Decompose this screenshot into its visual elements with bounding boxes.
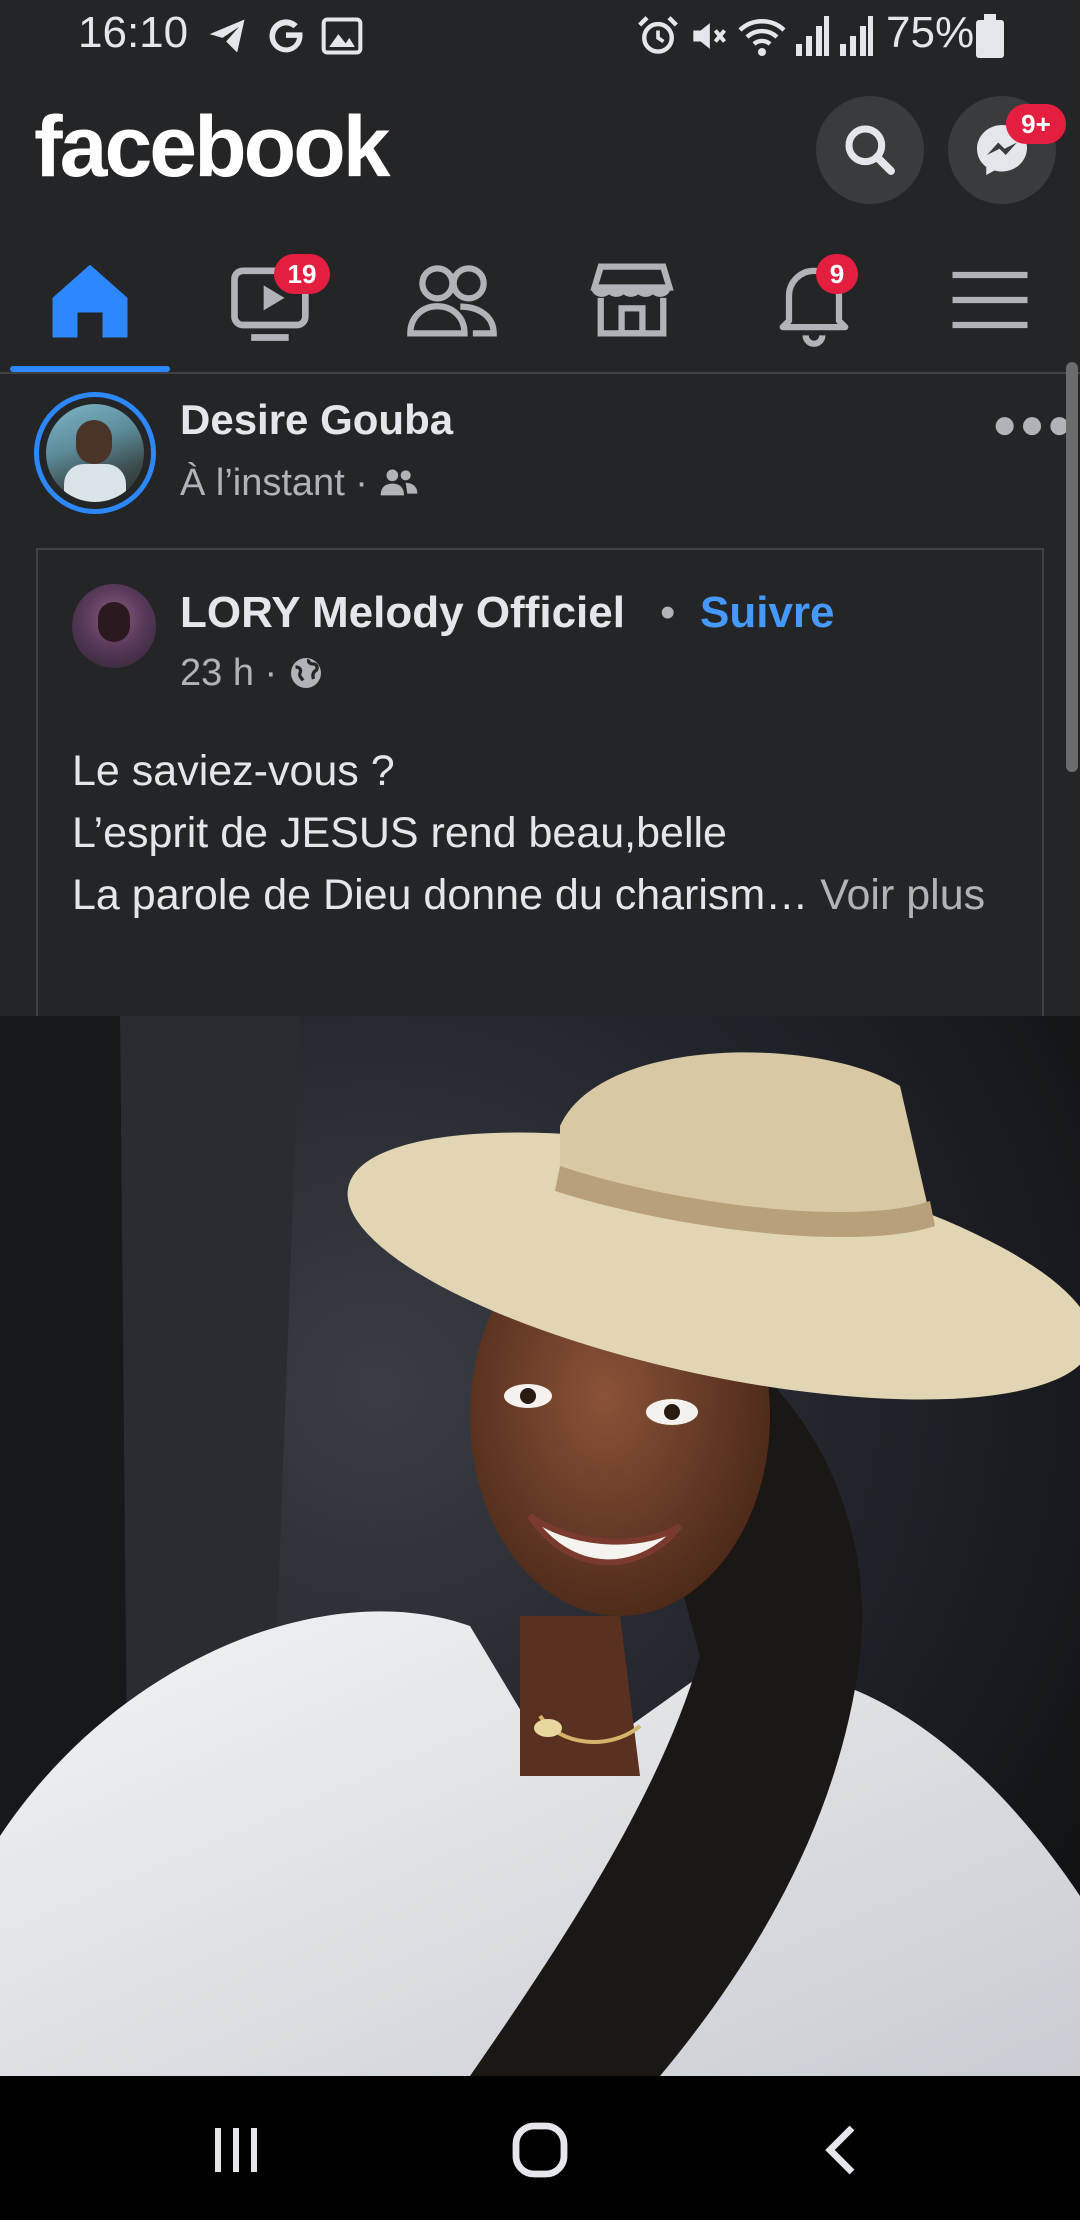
post-meta: À l’instant ·: [180, 462, 419, 505]
more-icon[interactable]: ●●●: [992, 400, 1074, 448]
facebook-logo[interactable]: facebook: [34, 98, 391, 197]
home-circle-icon[interactable]: [508, 2118, 572, 2182]
google-icon: [269, 19, 303, 53]
notifications-badge: 9: [816, 254, 858, 294]
battery-icon: [976, 14, 1004, 58]
divider: [0, 372, 1080, 374]
post-author[interactable]: Desire Gouba: [180, 396, 453, 444]
follow-button[interactable]: Suivre: [700, 588, 835, 638]
post-time: À l’instant: [180, 462, 345, 504]
tab-watch[interactable]: 19: [222, 250, 330, 350]
shared-post-meta: 23 h ·: [180, 652, 324, 695]
globe-icon: [290, 658, 321, 688]
post-text-line: Le saviez-vous ?: [72, 747, 395, 795]
tab-notifications[interactable]: 9: [764, 250, 864, 350]
battery-percent: 75%: [886, 8, 975, 57]
page-avatar[interactable]: [72, 584, 156, 668]
status-time: 16:10: [78, 8, 189, 57]
post-text-line: L’esprit de JESUS rend beau,belle: [72, 809, 727, 857]
post-text: Le saviez-vous ? L’esprit de JESUS rend …: [72, 740, 1012, 926]
see-more-link[interactable]: Voir plus: [820, 871, 985, 919]
signal-icon: [840, 16, 873, 56]
messenger-button[interactable]: 9+: [948, 96, 1066, 204]
shared-page-name[interactable]: LORY Melody Officiel: [180, 588, 625, 638]
avatar[interactable]: [46, 404, 144, 502]
scrollbar[interactable]: [1066, 362, 1078, 772]
post-text-line: La parole de Dieu donne du charism… Voir…: [72, 864, 1012, 926]
signal-icon: [796, 16, 829, 56]
friends-icon: [380, 469, 417, 496]
tab-friends[interactable]: [402, 250, 502, 350]
home-icon: [52, 264, 128, 338]
watch-badge: 19: [274, 254, 330, 294]
shared-post-time: 23 h: [180, 652, 254, 694]
menu-icon: [952, 271, 1028, 329]
status-bar: 16:10 75%: [0, 0, 1080, 72]
meta-separator: ·: [253, 652, 288, 694]
follow-separator: •: [660, 588, 676, 637]
post-text-line-content: La parole de Dieu donne du charism…: [72, 871, 809, 919]
recent-apps-icon[interactable]: [206, 2122, 266, 2178]
gallery-icon: [321, 17, 363, 55]
system-nav-bar: [0, 2076, 1080, 2220]
telegram-icon: [209, 19, 245, 53]
photo-illustration: [0, 1016, 1080, 2076]
post-photo[interactable]: [0, 1016, 1080, 2076]
friends-icon: [407, 265, 497, 337]
wifi-icon: [738, 19, 786, 56]
search-icon: [845, 125, 895, 175]
tab-menu[interactable]: [940, 250, 1040, 350]
mute-icon: [693, 23, 727, 49]
marketplace-icon: [590, 263, 674, 337]
back-icon[interactable]: [818, 2122, 866, 2178]
messenger-badge: 9+: [1006, 104, 1066, 144]
meta-separator: ·: [344, 462, 379, 504]
alarm-icon: [638, 16, 678, 54]
tab-marketplace[interactable]: [582, 250, 682, 350]
tab-home[interactable]: [40, 250, 140, 350]
search-button[interactable]: [816, 96, 924, 204]
